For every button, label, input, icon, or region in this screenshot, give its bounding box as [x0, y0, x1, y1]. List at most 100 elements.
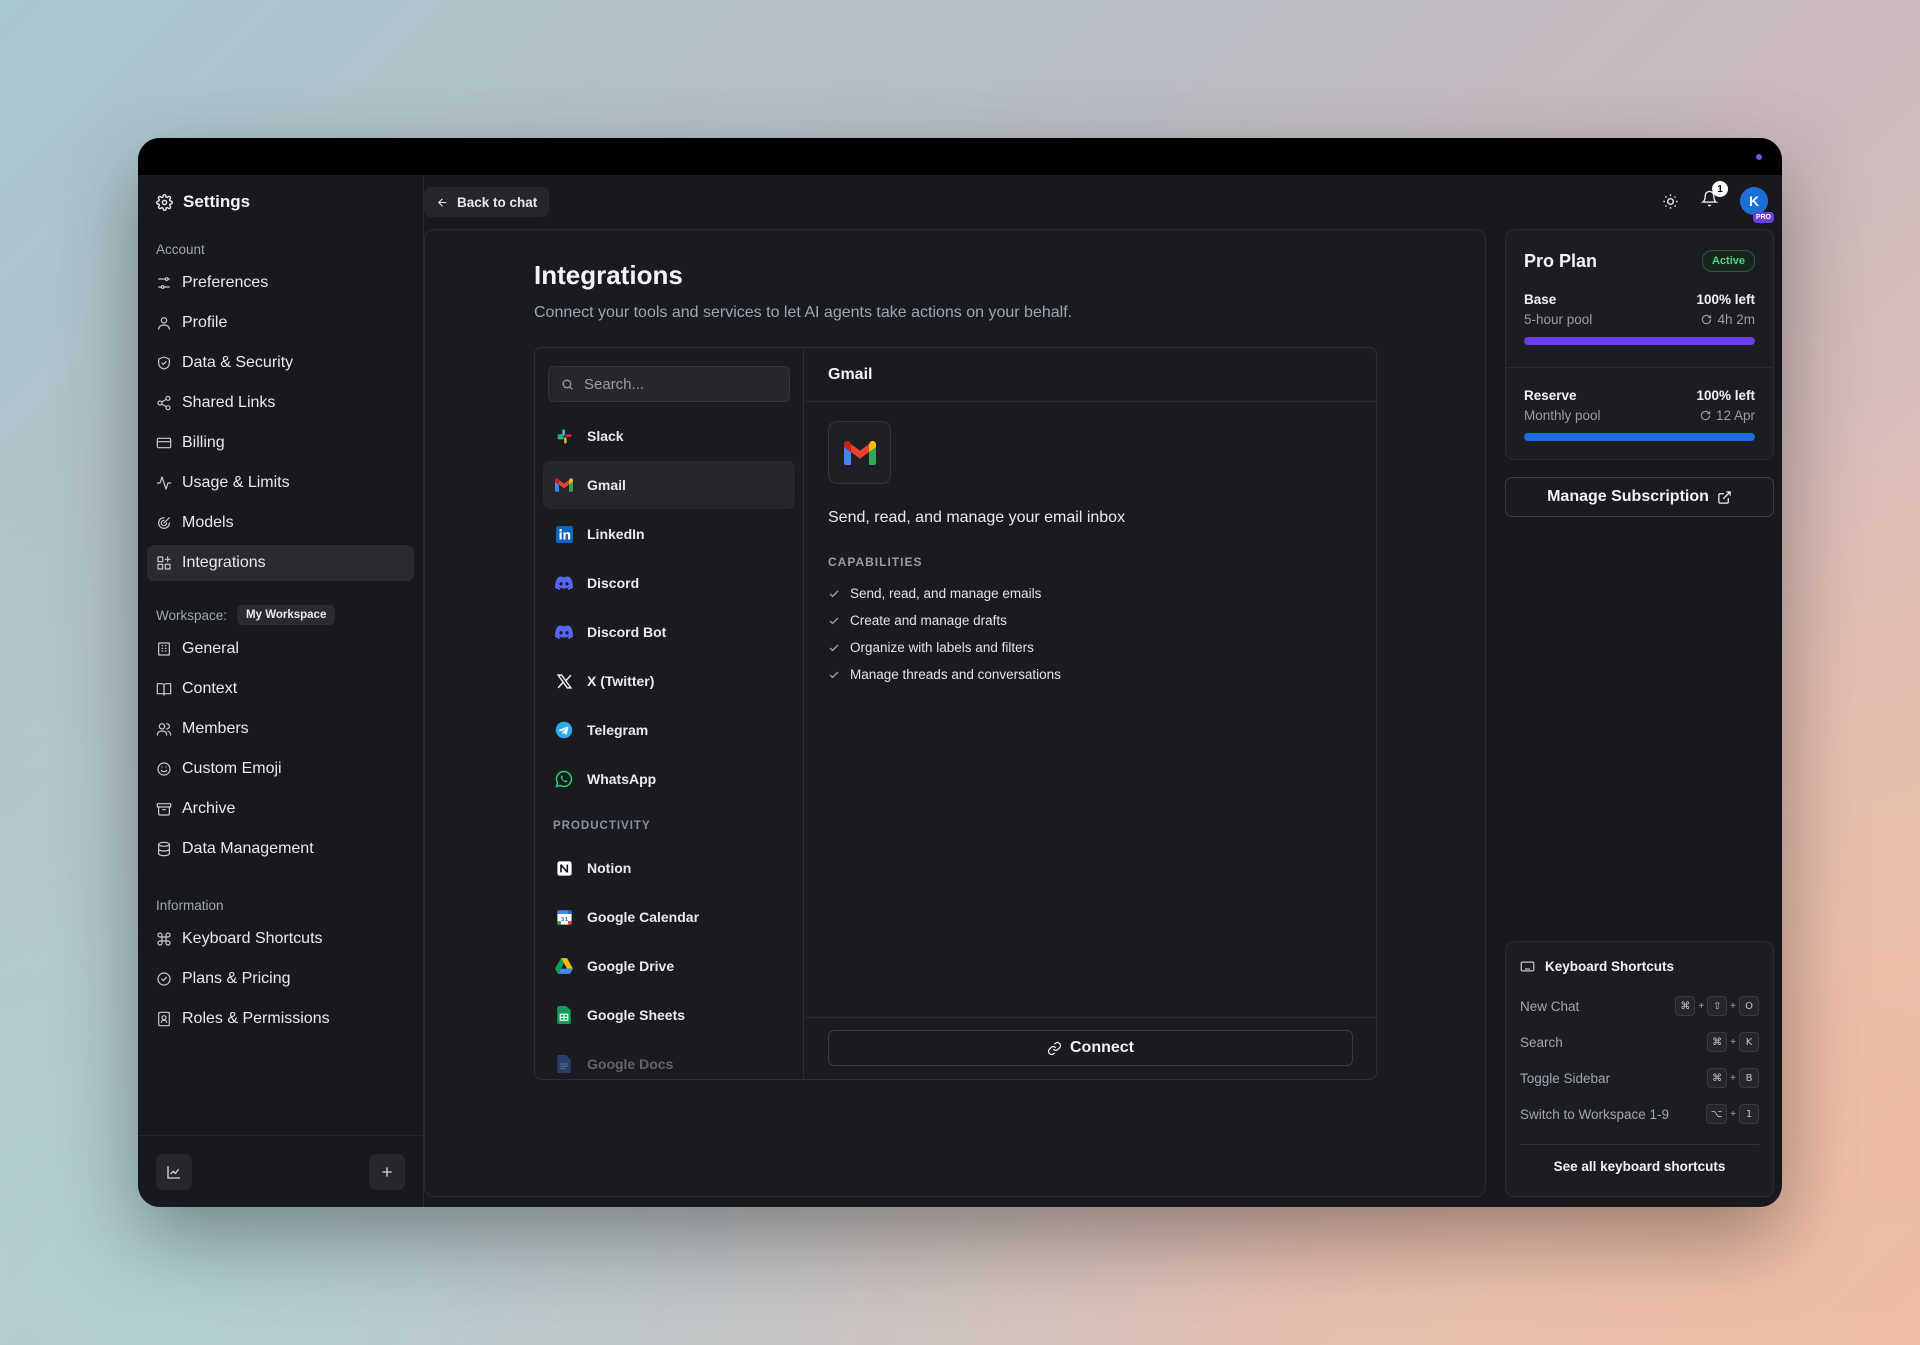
workspace-badge[interactable]: My Workspace [237, 605, 336, 625]
refresh-icon [1702, 314, 1712, 325]
sidebar-item-plans-pricing[interactable]: Plans & Pricing [147, 961, 414, 997]
notion-icon [555, 859, 573, 877]
sidebar-item-context[interactable]: Context [147, 671, 414, 707]
key-plus: + [1730, 1000, 1736, 1012]
key-plus: + [1698, 1000, 1705, 1012]
integration-item-slack[interactable]: Slack [543, 412, 795, 460]
models-icon [158, 517, 170, 529]
sidebar-item-preferences[interactable]: Preferences [147, 265, 414, 301]
key-plus: + [1730, 1108, 1736, 1120]
sidebar-item-label: Profile [182, 314, 228, 331]
search-input[interactable]: Search... [548, 366, 790, 402]
integration-item-x-twitter[interactable]: X (Twitter) [543, 657, 795, 705]
integration-item-telegram[interactable]: Telegram [543, 706, 795, 754]
topbar: Back to chat 1 K PRO [424, 175, 1782, 230]
sidebar-item-general[interactable]: General [147, 631, 414, 667]
sidebar-item-label: Usage & Limits [182, 474, 290, 491]
shortcut-label: Toggle Sidebar [1520, 1070, 1611, 1086]
notifications-button[interactable]: 1 [1700, 181, 1728, 212]
integration-item-google-drive[interactable]: Google Drive [543, 942, 795, 990]
integration-label: Slack [587, 428, 624, 444]
discord-icon [555, 574, 573, 592]
see-all-shortcuts-link[interactable]: See all keyboard shortcuts [1520, 1159, 1759, 1174]
activity-icon [156, 476, 172, 490]
sidebar-item-shared-links[interactable]: Shared Links [147, 385, 414, 421]
sidebar-item-integrations[interactable]: Integrations [147, 545, 414, 581]
keyboard-icon [1520, 961, 1535, 971]
capabilities-list: Send, read, and manage emails Create and … [828, 580, 1061, 688]
sun-icon[interactable] [1662, 193, 1679, 210]
back-label: Back to chat [457, 194, 538, 210]
integration-item-whatsapp[interactable]: WhatsApp [543, 755, 795, 803]
shortcuts-title: Keyboard Shortcuts [1545, 958, 1675, 974]
integration-item-notion[interactable]: Notion [543, 844, 795, 892]
integration-item-google-sheets[interactable]: Google Sheets [543, 991, 795, 1039]
manage-subscription-button[interactable]: Manage Subscription [1505, 477, 1774, 517]
smile-icon [157, 762, 171, 776]
connect-button[interactable]: Connect [828, 1030, 1353, 1066]
sidebar-footer [138, 1135, 423, 1207]
sidebar-item-usage-limits[interactable]: Usage & Limits [147, 465, 414, 501]
settings-header: Settings [138, 175, 423, 229]
sidebar-item-data-security[interactable]: Data & Security [147, 345, 414, 381]
linkedin-icon [555, 525, 573, 543]
key-cap: ⌘ [1707, 1032, 1728, 1052]
notification-badge: 1 [1712, 181, 1728, 197]
sidebar-item-label: Data Management [182, 840, 314, 857]
sidebar-item-keyboard-shortcuts[interactable]: Keyboard Shortcuts [147, 921, 414, 957]
add-button[interactable] [369, 1153, 405, 1190]
sidebar-item-label: Members [182, 720, 249, 737]
integration-item-gmail[interactable]: Gmail [543, 461, 795, 509]
pool-reset: 12 Apr [1700, 408, 1755, 423]
capability-item: Send, read, and manage emails [828, 580, 1061, 607]
key-cap: ⇧ [1707, 996, 1728, 1016]
top-icons: 1 K PRO [1662, 181, 1774, 223]
telegram-icon [555, 721, 573, 739]
integration-item-linkedin[interactable]: LinkedIn [543, 510, 795, 558]
grid-plus-icon [157, 556, 171, 570]
integration-item-google-docs[interactable]: Google Docs [543, 1040, 795, 1079]
integration-label: Google Drive [587, 958, 675, 974]
integration-label: Discord [587, 575, 640, 591]
shortcut-keys: ⌥ +1 [1705, 1104, 1759, 1124]
settings-title: Settings [183, 192, 251, 211]
workspace-label: Workspace: [156, 607, 228, 623]
shortcut-row: Search ⌘ + K [1520, 1024, 1759, 1060]
sidebar-item-profile[interactable]: Profile [147, 305, 414, 341]
pool-progress-bar [1524, 433, 1755, 441]
check-icon [829, 671, 839, 678]
connect-label: Connect [1070, 1039, 1134, 1056]
sidebar-item-data-management[interactable]: Data Management [147, 831, 414, 867]
sidebar-item-billing[interactable]: Billing [147, 425, 414, 461]
integration-item-google-calendar[interactable]: 31 Google Calendar [543, 893, 795, 941]
key-cap: K [1739, 1032, 1759, 1052]
avatar[interactable]: K PRO [1740, 187, 1774, 223]
gmail-icon [555, 476, 573, 494]
capability-item: Organize with labels and filters [828, 634, 1061, 661]
usage-pool: Reserve 100% left Monthly pool 12 Apr [1524, 388, 1755, 441]
plan-card: Pro Plan Active Base 100% left 5-hour pool… [1505, 229, 1774, 460]
titlebar [138, 138, 1782, 175]
arrow-left-icon [437, 197, 447, 207]
back-to-chat-button[interactable]: Back to chat [424, 187, 550, 217]
sidebar-item-archive[interactable]: Archive [147, 791, 414, 827]
chart-button[interactable] [156, 1153, 192, 1190]
gmail-icon [843, 440, 876, 465]
shield-icon [158, 356, 170, 370]
integration-item-discord[interactable]: Discord [543, 559, 795, 607]
shortcuts-header: Keyboard Shortcuts [1520, 956, 1759, 976]
integration-item-discord-bot[interactable]: Discord Bot [543, 608, 795, 656]
shortcut-label: Switch to Workspace 1-9 [1520, 1106, 1670, 1122]
capability-text: Organize with labels and filters [850, 640, 1034, 655]
sidebar-item-roles-permissions[interactable]: Roles & Permissions [147, 1001, 414, 1037]
sidebar-item-models[interactable]: Models [147, 505, 414, 541]
sidebar-item-members[interactable]: Members [147, 711, 414, 747]
search-placeholder: Search... [584, 375, 645, 393]
sidebar-item-custom-emoji[interactable]: Custom Emoji [147, 751, 414, 787]
sidebar-item-label: Preferences [182, 274, 269, 291]
integration-label: Telegram [587, 722, 649, 738]
integrations-box: Search... Slack Gmail LinkedIn Discord Disco… [534, 347, 1377, 1080]
page-title: Integrations [534, 260, 683, 290]
chart-icon [167, 1165, 180, 1179]
id-card-icon [158, 1011, 170, 1027]
